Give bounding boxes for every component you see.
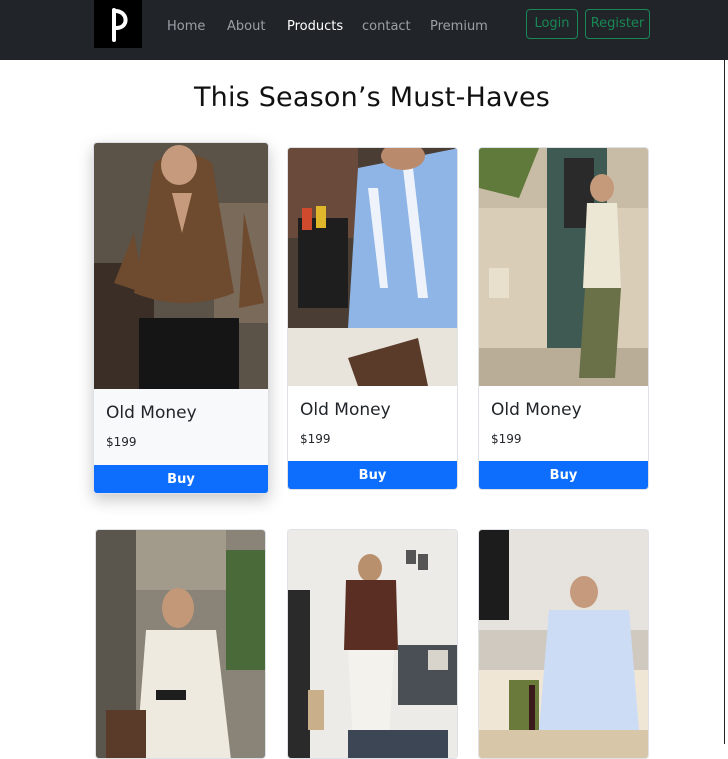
nav-link-about[interactable]: About xyxy=(227,19,265,35)
product-title: Old Money xyxy=(300,400,391,420)
product-price: $199 xyxy=(106,435,137,449)
product-card[interactable] xyxy=(95,529,266,759)
product-image xyxy=(288,530,457,758)
product-image xyxy=(94,143,268,389)
nav-link-products[interactable]: Products xyxy=(287,19,343,35)
page-border xyxy=(724,60,725,744)
product-card[interactable] xyxy=(287,529,458,759)
card-body: Old Money $199 xyxy=(288,386,457,461)
nav-link-premium[interactable]: Premium xyxy=(430,19,488,35)
product-image xyxy=(479,148,648,386)
buy-button[interactable]: Buy xyxy=(288,461,457,489)
register-button[interactable]: Register xyxy=(585,9,650,39)
pinterest-logo-icon[interactable] xyxy=(94,0,142,48)
nav-link-home[interactable]: Home xyxy=(167,19,205,35)
product-image xyxy=(96,530,265,758)
product-title: Old Money xyxy=(106,403,197,423)
product-card[interactable]: Old Money $199 Buy xyxy=(93,142,269,494)
product-card[interactable]: Old Money $199 Buy xyxy=(287,147,458,490)
page-title: This Season’s Must-Haves xyxy=(193,82,551,113)
nav-link-contact[interactable]: contact xyxy=(362,19,411,35)
login-button[interactable]: Login xyxy=(526,9,578,39)
product-price: $199 xyxy=(300,432,331,446)
product-image xyxy=(479,530,648,758)
buy-button[interactable]: Buy xyxy=(94,465,268,493)
product-image xyxy=(288,148,457,386)
product-price: $199 xyxy=(491,432,522,446)
navbar: Home About Products contact Premium Logi… xyxy=(0,0,728,60)
card-body: Old Money $199 xyxy=(94,389,268,465)
product-card[interactable]: Old Money $199 Buy xyxy=(478,147,649,490)
product-card[interactable] xyxy=(478,529,649,759)
buy-button[interactable]: Buy xyxy=(479,461,648,489)
card-body: Old Money $199 xyxy=(479,386,648,461)
product-title: Old Money xyxy=(491,400,582,420)
